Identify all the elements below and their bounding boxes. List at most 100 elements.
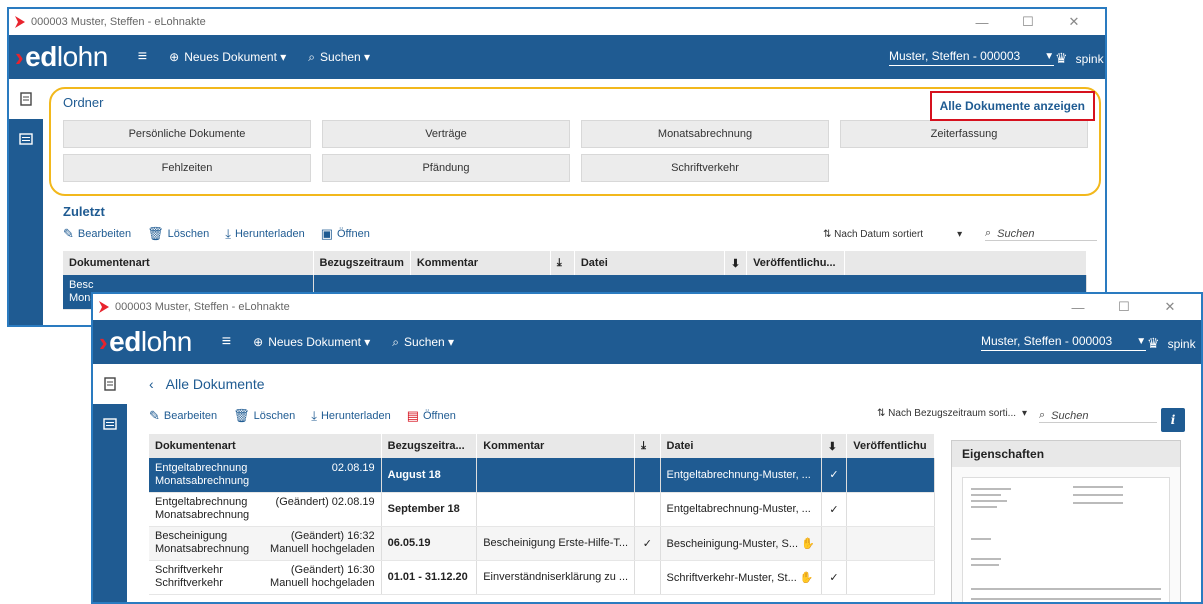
delete-label: Löschen	[253, 410, 296, 422]
close-icon[interactable]: ✕	[1051, 14, 1097, 30]
row-file-name: Entgeltabrechnung-Muster, ...	[666, 503, 811, 515]
maximize-icon[interactable]: ☐	[1101, 299, 1147, 315]
sort-select[interactable]: ⇅ Nach Bezugszeitraum sorti... ▾	[877, 408, 1027, 419]
row-type: 02.08.19 Entgeltabrechnung Monatsabrechnun…	[149, 458, 382, 493]
new-document-menu[interactable]: ⊕ Neues Dokument ▾	[169, 50, 286, 64]
brand-chevron-icon: ›	[99, 326, 108, 357]
sidebar-documents-icon[interactable]	[93, 364, 127, 404]
download-button[interactable]: ⤓ Herunterladen	[225, 226, 304, 242]
back-to-all-documents[interactable]: ‹ Alle Dokumente	[149, 376, 1189, 392]
minimize-icon[interactable]: —	[1055, 300, 1101, 315]
row-comment: Einverständniserklärung zu ...	[476, 560, 636, 595]
column-header-empty	[844, 251, 1087, 275]
column-header[interactable]: Dokumentenart	[149, 434, 382, 458]
publish-col-icon[interactable]: ⬇	[724, 251, 748, 275]
search-placeholder: Suchen	[1051, 409, 1089, 422]
account-menu[interactable]: ♛ spink	[1147, 335, 1196, 352]
search-menu[interactable]: ⌕ Suchen ▾	[392, 335, 454, 350]
column-header[interactable]: Datei	[574, 251, 725, 275]
row-comment	[476, 458, 636, 493]
brand-logo[interactable]: › ed lohn	[9, 41, 108, 73]
account-menu[interactable]: ♛ spink	[1055, 50, 1104, 67]
row-publish-date	[846, 458, 935, 493]
row-note: Manuell hochgeladen	[270, 543, 375, 555]
brand-light: lohn	[140, 326, 192, 357]
close-icon[interactable]: ✕	[1147, 299, 1193, 315]
window-title: 000003 Muster, Steffen - eLohnakte	[31, 16, 206, 28]
edit-button[interactable]: ✎ Bearbeiten	[149, 408, 217, 424]
column-header[interactable]: Bezugszeitra...	[381, 434, 478, 458]
download-col-icon[interactable]: ⤓	[550, 251, 575, 275]
show-all-documents-link[interactable]: Alle Dokumente anzeigen	[929, 91, 1095, 121]
employee-select[interactable]: Muster, Steffen - 000003 ▼	[889, 49, 1055, 66]
search-icon: ⌕	[1039, 409, 1046, 421]
document-preview-thumbnail[interactable]	[962, 477, 1170, 602]
info-button[interactable]: i	[1161, 408, 1185, 432]
table-row[interactable]: 02.08.19 Entgeltabrechnung Monatsabrechnun…	[149, 458, 935, 493]
download-icon: ⤓	[225, 226, 231, 241]
open-button[interactable]: ▣ Öffnen	[321, 226, 370, 242]
brand-logo[interactable]: › ed lohn	[93, 326, 192, 358]
column-header[interactable]: Bezugszeitraum	[313, 251, 411, 275]
search-input[interactable]: ⌕ Suchen	[1039, 409, 1157, 423]
brand-chevron-icon: ›	[15, 41, 24, 72]
properties-title: Eigenschaften	[952, 441, 1180, 467]
brand-light: lohn	[56, 41, 108, 72]
edit-button[interactable]: ✎ Bearbeiten	[63, 226, 131, 242]
open-label: Öffnen	[423, 410, 456, 422]
menu-icon[interactable]: ≡	[138, 48, 147, 66]
hand-icon: ✋	[801, 537, 815, 550]
account-name: spink	[1167, 336, 1196, 351]
search-menu[interactable]: ⌕ Suchen ▾	[308, 50, 370, 65]
download-button[interactable]: ⤓ Herunterladen	[311, 408, 390, 424]
row-type-line1: Bescheinigung	[155, 530, 228, 542]
pencil-icon: ✎	[149, 408, 160, 423]
trash-icon: 🗑	[147, 226, 164, 241]
delete-button[interactable]: 🗑 Löschen	[147, 226, 209, 242]
search-input[interactable]: ⌕ Suchen	[985, 227, 1097, 241]
sidebar-documents-icon[interactable]	[9, 79, 43, 119]
folder-button-monthly[interactable]: Monatsabrechnung	[581, 120, 829, 148]
menu-icon[interactable]: ≡	[222, 333, 231, 351]
row-check	[634, 492, 661, 527]
delete-button[interactable]: 🗑 Löschen	[233, 408, 295, 424]
publish-col-icon[interactable]: ⬇	[821, 434, 848, 458]
folder-button-garnishment[interactable]: Pfändung	[322, 154, 570, 182]
row-file-name: Bescheinigung-Muster, S...	[666, 537, 799, 550]
row-period: September 18	[381, 492, 478, 527]
open-button[interactable]: ▤ Öffnen	[407, 408, 456, 424]
row-publish-date	[846, 492, 935, 527]
row-published	[821, 526, 848, 561]
account-name: spink	[1075, 51, 1104, 66]
folder-button-absences[interactable]: Fehlzeiten	[63, 154, 311, 182]
column-header[interactable]: Dokumentenart	[63, 251, 314, 275]
download-col-icon[interactable]: ⤓	[634, 434, 661, 458]
folder-button-time[interactable]: Zeiterfassung	[840, 120, 1088, 148]
folder-button-correspondence[interactable]: Schriftverkehr	[581, 154, 829, 182]
recent-title: Zuletzt	[63, 204, 105, 219]
column-header[interactable]: Veröffentlichu...	[746, 251, 846, 275]
crown-icon: ♛	[1055, 50, 1068, 66]
folder-button-personal[interactable]: Persönliche Dokumente	[63, 120, 311, 148]
employee-select[interactable]: Muster, Steffen - 000003 ▼	[981, 334, 1147, 351]
row-publish-date	[846, 526, 935, 561]
sidebar-transfer-icon[interactable]	[9, 119, 43, 159]
row-type-line2: Monatsabrechnung	[155, 509, 250, 521]
new-document-menu[interactable]: ⊕ Neues Dokument ▾	[253, 335, 370, 349]
row-file-name: Schriftverkehr-Muster, St...	[666, 571, 797, 584]
column-header[interactable]: Veröffentlichu	[846, 434, 935, 458]
folder-button-contracts[interactable]: Verträge	[322, 120, 570, 148]
row-file: Entgeltabrechnung-Muster, ...	[660, 492, 822, 527]
sidebar-transfer-icon[interactable]	[93, 404, 127, 444]
documents-table: Dokumentenart Bezugszeitra... Kommentar …	[149, 434, 935, 595]
table-row[interactable]: (Geändert) 02.08.19 Entgeltabrechnung Mona…	[149, 492, 935, 527]
sort-select[interactable]: ⇅ Nach Datum sortiert ▾	[823, 229, 962, 240]
column-header[interactable]: Datei	[660, 434, 822, 458]
table-row[interactable]: (Geändert) 16:30 Manuell hochgeladen Schri…	[149, 560, 935, 595]
table-row[interactable]: (Geändert) 16:32 Manuell hochgeladen Besch…	[149, 526, 935, 561]
row-file: Bescheinigung-Muster, S... ✋	[660, 526, 822, 561]
column-header[interactable]: Kommentar	[410, 251, 551, 275]
minimize-icon[interactable]: —	[959, 15, 1005, 30]
column-header[interactable]: Kommentar	[476, 434, 636, 458]
maximize-icon[interactable]: ☐	[1005, 14, 1051, 30]
